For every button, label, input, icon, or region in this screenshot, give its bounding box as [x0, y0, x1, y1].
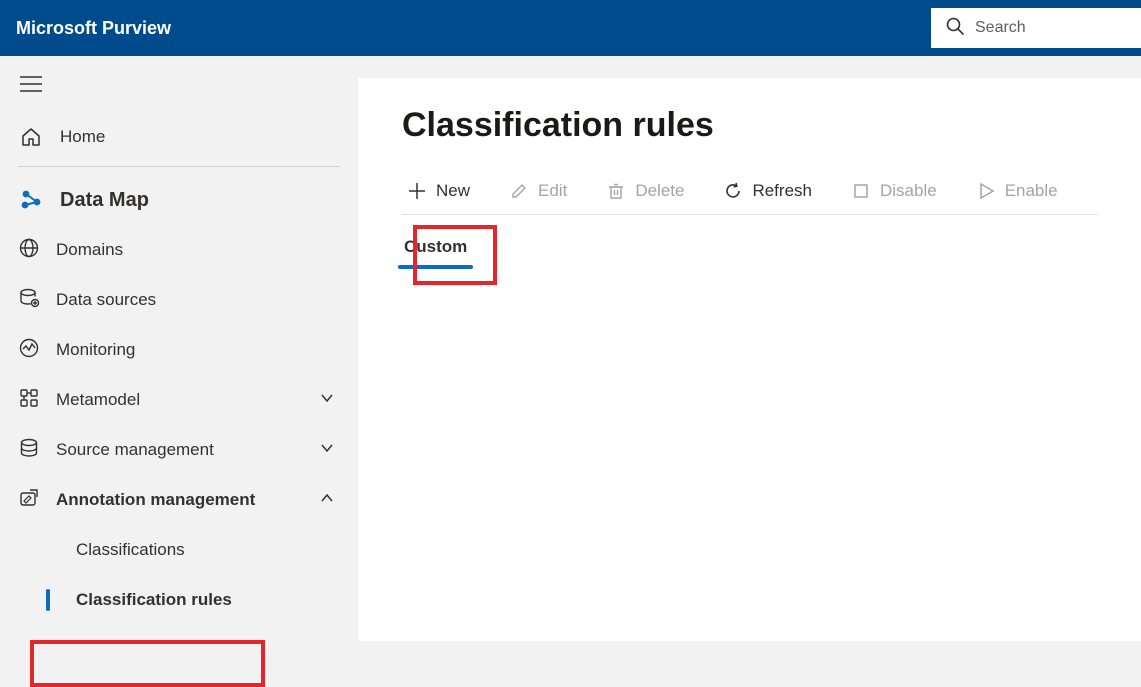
tab-custom[interactable]: Custom	[402, 231, 469, 269]
sidebar-item-domains[interactable]: Domains	[0, 225, 358, 275]
button-label: Edit	[538, 181, 567, 201]
annotation-highlight-classification-rules	[30, 640, 265, 687]
sidebar-section-label: Data Map	[60, 189, 149, 212]
sidebar-item-label: Monitoring	[56, 340, 135, 360]
shell: Home Data Map	[0, 56, 1141, 641]
sidebar-divider	[18, 166, 340, 167]
sidebar-item-label: Classifications	[76, 540, 185, 560]
sidebar-item-label: Metamodel	[56, 390, 140, 410]
search-icon	[945, 16, 965, 41]
brand-title: Microsoft Purview	[16, 18, 171, 39]
sidebar-item-monitoring[interactable]: Monitoring	[0, 325, 358, 375]
home-icon	[18, 126, 44, 148]
chevron-down-icon	[320, 440, 334, 460]
main: Classification rules New	[358, 56, 1141, 641]
active-bar	[46, 539, 50, 561]
square-icon	[852, 182, 870, 200]
toolbar: New Edit	[402, 171, 1097, 215]
refresh-icon	[724, 182, 742, 200]
button-label: Disable	[880, 181, 937, 201]
button-label: Delete	[635, 181, 684, 201]
annotation-management-icon	[18, 487, 40, 514]
content-card: Classification rules New	[358, 78, 1141, 641]
trash-icon	[607, 182, 625, 200]
sidebar-item-annotation-management[interactable]: Annotation management	[0, 475, 358, 525]
monitoring-icon	[18, 337, 40, 364]
source-management-icon	[18, 437, 40, 464]
sidebar-item-label: Domains	[56, 240, 123, 260]
delete-button: Delete	[601, 177, 690, 205]
refresh-button[interactable]: Refresh	[718, 177, 818, 205]
data-map-icon	[18, 188, 44, 212]
pencil-icon	[510, 182, 528, 200]
domains-icon	[18, 237, 40, 264]
edit-button: Edit	[504, 177, 573, 205]
sidebar-item-label: Home	[60, 127, 105, 147]
sidebar-subitem-classifications[interactable]: Classifications	[0, 525, 358, 575]
sidebar: Home Data Map	[0, 56, 358, 641]
topbar: Microsoft Purview	[0, 0, 1141, 56]
sidebar-item-source-management[interactable]: Source management	[0, 425, 358, 475]
hamburger-button[interactable]	[0, 66, 358, 102]
disable-button: Disable	[846, 177, 943, 205]
new-button[interactable]: New	[402, 177, 476, 205]
metamodel-icon	[18, 387, 40, 414]
chevron-down-icon	[320, 390, 334, 410]
data-sources-icon	[18, 287, 40, 314]
tabs: Custom	[402, 231, 1097, 269]
tab-label: Custom	[404, 237, 467, 256]
sidebar-item-metamodel[interactable]: Metamodel	[0, 375, 358, 425]
button-label: New	[436, 181, 470, 201]
search-box[interactable]	[931, 8, 1141, 48]
plus-icon	[408, 182, 426, 200]
sidebar-item-label: Classification rules	[76, 590, 232, 610]
sidebar-item-data-sources[interactable]: Data sources	[0, 275, 358, 325]
sidebar-section-datamap: Data Map	[0, 175, 358, 225]
page-title: Classification rules	[402, 106, 1097, 145]
sidebar-item-label: Source management	[56, 440, 214, 460]
search-input[interactable]	[975, 19, 1127, 37]
button-label: Refresh	[752, 181, 812, 201]
active-bar	[46, 589, 50, 611]
chevron-up-icon	[320, 490, 334, 510]
button-label: Enable	[1005, 181, 1058, 201]
play-icon	[977, 182, 995, 200]
sidebar-item-home[interactable]: Home	[0, 112, 358, 162]
enable-button: Enable	[971, 177, 1064, 205]
sidebar-item-label: Annotation management	[56, 490, 255, 510]
sidebar-subitem-classification-rules[interactable]: Classification rules	[0, 575, 358, 625]
sidebar-item-label: Data sources	[56, 290, 156, 310]
